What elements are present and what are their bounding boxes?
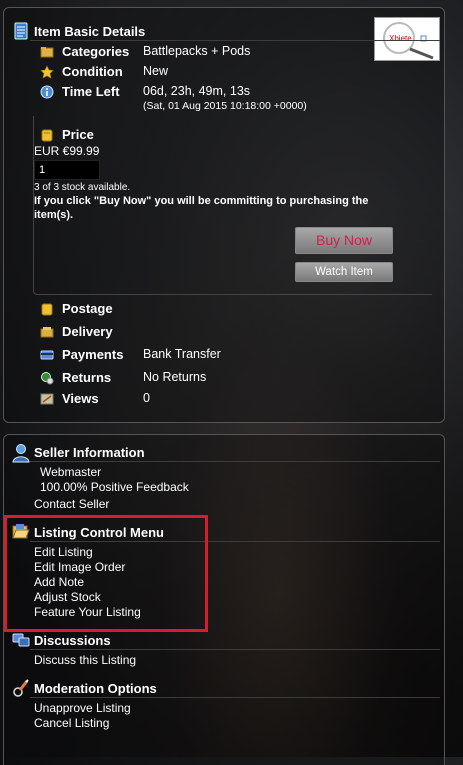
postage-label: Postage	[62, 301, 113, 316]
time-left-value: 06d, 23h, 49m, 13s	[143, 84, 251, 98]
divider	[30, 697, 440, 698]
returns-label: Returns	[62, 370, 112, 385]
condition-label: Condition	[62, 64, 123, 79]
cancel-listing-link[interactable]: Cancel Listing	[34, 716, 109, 730]
info-icon	[40, 85, 54, 99]
folder-icon	[40, 45, 54, 59]
payments-label: Payments	[62, 347, 124, 362]
pencil-icon	[12, 679, 30, 697]
contact-seller-link[interactable]: Contact Seller	[34, 497, 109, 511]
discussion-icon	[12, 631, 30, 649]
price-label: Price	[62, 127, 94, 142]
discussions-title: Discussions	[34, 632, 111, 648]
item-thumbnail[interactable]: Xbiete	[374, 17, 440, 61]
delivery-icon	[40, 325, 54, 339]
star-icon	[40, 65, 54, 79]
highlight-box	[4, 515, 208, 632]
time-left-label: Time Left	[62, 84, 120, 99]
views-icon	[40, 392, 54, 406]
divider	[30, 40, 440, 41]
document-icon	[12, 22, 30, 40]
seller-info-title: Seller Information	[34, 444, 145, 460]
magnifier-icon: Xbiete	[383, 22, 434, 60]
time-left-date: (Sat, 01 Aug 2015 10:18:00 +0000)	[143, 100, 307, 112]
user-icon	[12, 443, 30, 463]
card-icon	[40, 348, 54, 362]
condition-value: New	[143, 64, 169, 78]
delivery-label: Delivery	[62, 324, 113, 339]
buy-now-button[interactable]: Buy Now	[295, 227, 393, 254]
moderation-header: Moderation Options	[12, 679, 157, 697]
categories-label: Categories	[62, 44, 130, 59]
item-details-header: Item Basic Details	[12, 22, 145, 40]
discussions-header: Discussions	[12, 631, 111, 649]
unapprove-listing-link[interactable]: Unapprove Listing	[34, 701, 131, 715]
buy-now-notice: If you click "Buy Now" you will be commi…	[34, 195, 369, 221]
stock-text: 3 of 3 stock available.	[34, 182, 131, 193]
postage-icon	[40, 302, 54, 316]
divider	[30, 649, 440, 650]
item-details-title: Item Basic Details	[34, 23, 146, 39]
moderation-title: Moderation Options	[34, 680, 157, 696]
payments-value: Bank Transfer	[143, 347, 221, 361]
coins-icon	[40, 128, 54, 142]
seller-feedback: 100.00% Positive Feedback	[40, 480, 189, 494]
views-label: Views	[62, 391, 99, 406]
quantity-input[interactable]	[34, 160, 100, 180]
thumbnail-text: Xbiete	[389, 34, 412, 43]
seller-info-header: Seller Information	[12, 443, 145, 463]
returns-icon	[40, 371, 54, 385]
divider	[30, 461, 440, 462]
watch-item-button[interactable]: Watch Item	[295, 262, 393, 282]
seller-name[interactable]: Webmaster	[40, 465, 101, 479]
price-amount: EUR €99.99	[34, 144, 100, 158]
views-value: 0	[143, 391, 150, 405]
discuss-listing-link[interactable]: Discuss this Listing	[34, 653, 136, 667]
categories-value[interactable]: Battlepacks + Pods	[143, 44, 250, 58]
returns-value: No Returns	[143, 370, 207, 384]
